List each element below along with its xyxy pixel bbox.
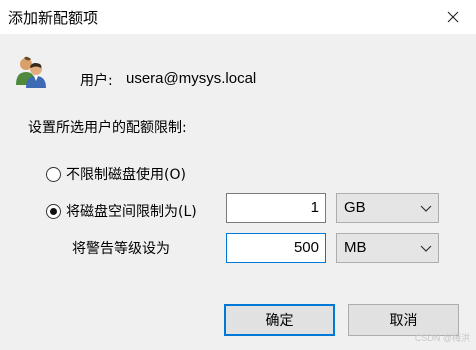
limit-disk-label: 将磁盘空间限制为(L) (66, 204, 197, 220)
title-bar: 添加新配额项 (0, 0, 476, 34)
no-limit-radio[interactable]: 不限制磁盘使用(O) (46, 164, 186, 184)
warning-value-input[interactable]: 500 (226, 233, 326, 263)
chevron-down-icon (420, 245, 432, 252)
close-icon (447, 11, 459, 23)
add-quota-entry-dialog: 添加新配额项 用户: usera@mysys.local 设置所选用户的配额限制… (0, 0, 476, 350)
no-limit-radio-circle[interactable] (46, 166, 61, 182)
limit-unit-value: GB (344, 199, 366, 216)
warning-level-label: 将警告等级设为 (72, 241, 170, 257)
warning-unit-select[interactable]: MB (336, 233, 439, 263)
user-name: usera@mysys.local (126, 70, 257, 87)
window-title: 添加新配额项 (8, 9, 99, 27)
user-label: 用户: (80, 73, 113, 89)
close-button[interactable] (430, 0, 476, 34)
warning-unit-value: MB (344, 239, 367, 256)
quota-section-label: 设置所选用户的配额限制: (28, 120, 187, 136)
watermark: CSDN @梅洪 (414, 333, 470, 343)
limit-unit-select[interactable]: GB (336, 193, 439, 223)
limit-disk-radio-circle[interactable] (46, 203, 61, 219)
users-icon (16, 56, 46, 88)
no-limit-label: 不限制磁盘使用(O) (66, 167, 186, 183)
chevron-down-icon (420, 205, 432, 212)
limit-disk-radio[interactable]: 将磁盘空间限制为(L) (46, 201, 197, 221)
ok-button[interactable]: 确定 (224, 304, 335, 336)
limit-value-input[interactable]: 1 (226, 193, 326, 223)
